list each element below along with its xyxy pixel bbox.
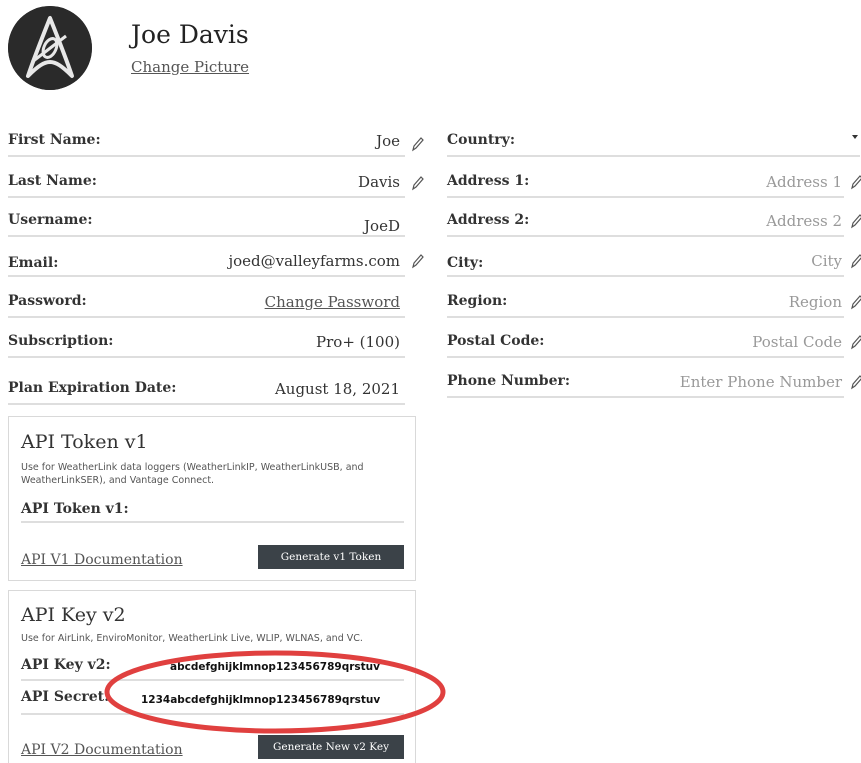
country-field[interactable]: Country: (447, 129, 860, 157)
address1-field: Address 1: Address 1 (447, 170, 844, 198)
subscription-field: Subscription: Pro+ (100) (8, 330, 405, 358)
api-key-v2-description: Use for AirLink, EnviroMonitor, WeatherL… (21, 633, 363, 644)
api-secret-field (21, 713, 404, 715)
username-field: Username: JoeD (8, 209, 405, 237)
api-token-v1-field (21, 521, 404, 523)
postal-code-label: Postal Code: (447, 333, 545, 349)
change-picture-link[interactable]: Change Picture (131, 58, 249, 76)
api-token-v1-description: Use for WeatherLink data loggers (Weathe… (21, 462, 364, 486)
postal-code-field: Postal Code: Postal Code (447, 330, 844, 358)
api-secret-value: 1234abcdefghijklmnop123456789qrstuv (141, 694, 381, 706)
phone-number-field: Phone Number: Enter Phone Number (447, 370, 844, 398)
pencil-icon[interactable] (849, 294, 861, 310)
username-value: JoeD (364, 217, 400, 235)
email-label: Email: (8, 255, 59, 271)
generate-v1-token-button[interactable]: Generate v1 Token (258, 545, 404, 569)
api-token-v1-label: API Token v1: (21, 501, 129, 517)
plan-expiration-value: August 18, 2021 (274, 380, 400, 398)
password-field: Password: Change Password (8, 290, 405, 318)
city-input[interactable]: City (811, 252, 842, 270)
api-token-v1-title: API Token v1 (21, 431, 148, 453)
address2-label: Address 2: (447, 212, 530, 228)
last-name-field: Last Name: Davis (8, 170, 405, 198)
pencil-icon[interactable] (410, 175, 424, 191)
phone-number-input[interactable]: Enter Phone Number (680, 373, 842, 391)
email-value[interactable]: joed@valleyfarms.com (228, 252, 400, 270)
api-secret-label: API Secret: (21, 689, 110, 705)
plan-expiration-field: Plan Expiration Date: August 18, 2021 (8, 377, 405, 405)
plan-expiration-label: Plan Expiration Date: (8, 380, 177, 396)
pencil-icon[interactable] (410, 253, 424, 269)
first-name-value[interactable]: Joe (376, 132, 400, 150)
city-field: City: City (447, 249, 844, 277)
pencil-icon[interactable] (849, 213, 861, 229)
address1-label: Address 1: (447, 173, 530, 189)
last-name-value[interactable]: Davis (358, 173, 400, 191)
profile-avatar (8, 6, 92, 90)
generate-new-v2-key-button[interactable]: Generate New v2 Key (258, 735, 404, 759)
api-v2-documentation-link[interactable]: API V2 Documentation (21, 742, 183, 758)
api-key-v2-field (21, 679, 404, 681)
subscription-label: Subscription: (8, 333, 114, 349)
address2-input[interactable]: Address 2 (766, 212, 842, 230)
first-name-label: First Name: (8, 132, 101, 148)
pencil-icon[interactable] (849, 374, 861, 390)
api-token-v1-card: API Token v1 Use for WeatherLink data lo… (8, 416, 416, 581)
api-key-v2-card: API Key v2 Use for AirLink, EnviroMonito… (8, 590, 416, 763)
profile-name: Joe Davis (131, 20, 249, 49)
change-password-link[interactable]: Change Password (265, 293, 400, 311)
region-input[interactable]: Region (789, 293, 842, 311)
country-label: Country: (447, 132, 515, 148)
starfleet-delta-icon (8, 6, 92, 90)
api-key-v2-value: abcdefghijklmnop123456789qrstuv (170, 661, 380, 673)
subscription-value: Pro+ (100) (316, 333, 400, 351)
pencil-icon[interactable] (410, 136, 424, 152)
pencil-icon[interactable] (849, 253, 861, 269)
api-key-v2-title: API Key v2 (21, 604, 126, 626)
city-label: City: (447, 255, 484, 271)
region-label: Region: (447, 293, 508, 309)
api-v1-documentation-link[interactable]: API V1 Documentation (21, 552, 183, 568)
pencil-icon[interactable] (849, 334, 861, 350)
email-field: Email: joed@valleyfarms.com (8, 249, 405, 277)
pencil-icon[interactable] (849, 174, 861, 190)
password-label: Password: (8, 293, 87, 309)
first-name-field: First Name: Joe (8, 129, 405, 157)
last-name-label: Last Name: (8, 173, 97, 189)
address2-field: Address 2: Address 2 (447, 209, 844, 237)
phone-number-label: Phone Number: (447, 373, 571, 389)
username-label: Username: (8, 212, 93, 228)
postal-code-input[interactable]: Postal Code (752, 333, 842, 351)
api-key-v2-label: API Key v2: (21, 657, 111, 673)
address1-input[interactable]: Address 1 (766, 173, 842, 191)
chevron-down-icon[interactable] (852, 135, 858, 139)
region-field: Region: Region (447, 290, 844, 318)
